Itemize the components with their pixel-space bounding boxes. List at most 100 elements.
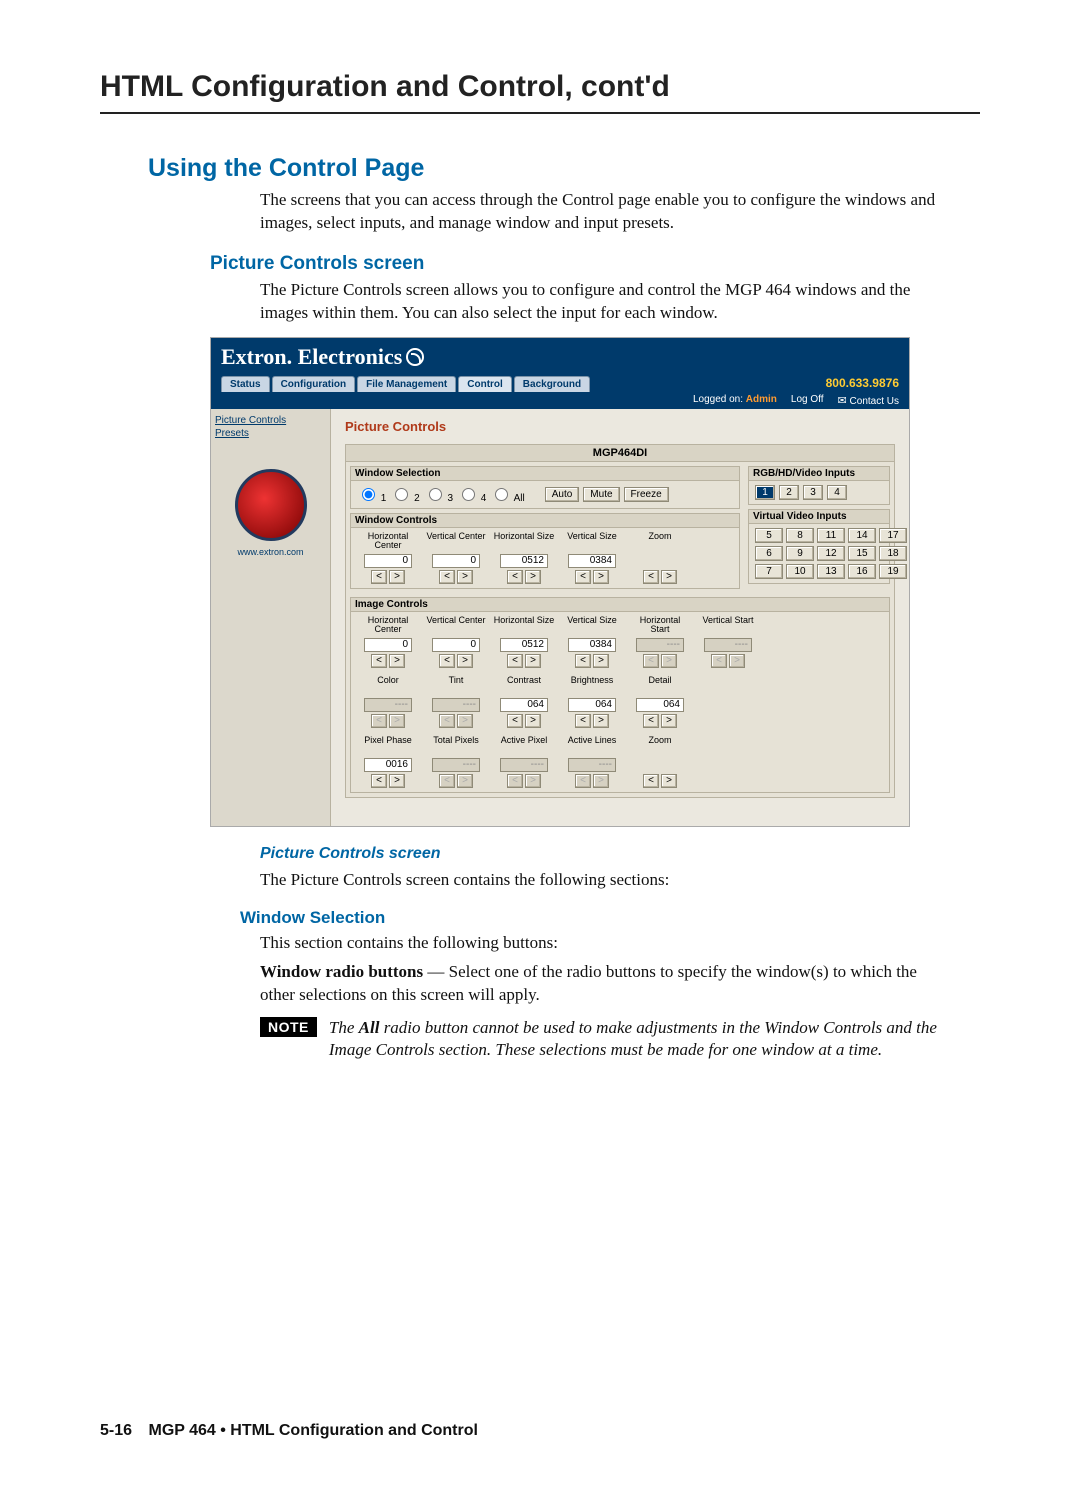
tab-configuration[interactable]: Configuration <box>272 376 356 392</box>
control-zoom: Zoom<> <box>629 532 691 584</box>
value-field[interactable]: 0384 <box>568 638 616 652</box>
value-field[interactable]: 064 <box>636 698 684 712</box>
window-selection-paragraph: This section contains the following butt… <box>260 932 940 955</box>
page-number: 5-16 <box>100 1422 132 1439</box>
decrement-button[interactable]: < <box>643 570 659 584</box>
window-radio-all[interactable]: All <box>490 485 524 504</box>
window-radio-3[interactable]: 3 <box>424 485 453 504</box>
value-field[interactable]: 0 <box>432 638 480 652</box>
auto-button[interactable]: Auto <box>545 487 580 502</box>
window-radio-definition: Window radio buttons — Select one of the… <box>260 961 940 1007</box>
increment-button: > <box>729 654 745 668</box>
increment-button[interactable]: > <box>661 570 677 584</box>
virtual-input-17[interactable]: 17 <box>879 528 907 543</box>
window-radio-2[interactable]: 2 <box>390 485 419 504</box>
virtual-input-10[interactable]: 10 <box>786 564 814 579</box>
tab-control[interactable]: Control <box>458 376 512 392</box>
value-field[interactable]: 064 <box>568 698 616 712</box>
window-radio-1[interactable]: 1 <box>357 485 386 504</box>
increment-button[interactable]: > <box>593 570 609 584</box>
value-field[interactable]: 0 <box>364 554 412 568</box>
virtual-input-5[interactable]: 5 <box>755 528 783 543</box>
window-radio-4[interactable]: 4 <box>457 485 486 504</box>
value-field[interactable]: 0 <box>364 638 412 652</box>
value-field[interactable]: 0 <box>432 554 480 568</box>
virtual-input-7[interactable]: 7 <box>755 564 783 579</box>
decrement-button[interactable]: < <box>575 714 591 728</box>
decrement-button[interactable]: < <box>643 714 659 728</box>
decrement-button[interactable]: < <box>507 570 523 584</box>
decrement-button[interactable]: < <box>575 654 591 668</box>
virtual-input-15[interactable]: 15 <box>848 546 876 561</box>
control-horizontal-start: Horizontal Start----<> <box>629 616 691 668</box>
decrement-button[interactable]: < <box>371 654 387 668</box>
virtual-input-18[interactable]: 18 <box>879 546 907 561</box>
virtual-input-9[interactable]: 9 <box>786 546 814 561</box>
increment-button[interactable]: > <box>389 654 405 668</box>
virtual-input-12[interactable]: 12 <box>817 546 845 561</box>
increment-button: > <box>457 714 473 728</box>
decrement-button: < <box>643 654 659 668</box>
virtual-inputs-fieldset: Virtual Video Inputs 5811141769121518710… <box>748 509 890 584</box>
rgb-input-4[interactable]: 4 <box>827 485 847 500</box>
virtual-input-8[interactable]: 8 <box>786 528 814 543</box>
decrement-button[interactable]: < <box>371 774 387 788</box>
decrement-button[interactable]: < <box>643 774 659 788</box>
contact-link[interactable]: Contact Us <box>850 396 899 407</box>
increment-button: > <box>525 774 541 788</box>
increment-button[interactable]: > <box>593 714 609 728</box>
image-controls-fieldset: Image Controls Horizontal Center0<>Verti… <box>350 597 890 793</box>
sidebar-picture-controls[interactable]: Picture Controls <box>215 415 326 426</box>
sidebar-logo-icon <box>235 469 307 541</box>
subsection-paragraph: The Picture Controls screen allows you t… <box>260 279 940 325</box>
tab-file-management[interactable]: File Management <box>357 376 456 392</box>
window-selection-heading: Window Selection <box>240 908 980 928</box>
decrement-button[interactable]: < <box>507 654 523 668</box>
decrement-button[interactable]: < <box>371 570 387 584</box>
decrement-button[interactable]: < <box>439 570 455 584</box>
increment-button[interactable]: > <box>525 570 541 584</box>
tab-background[interactable]: Background <box>514 376 590 392</box>
increment-button[interactable]: > <box>389 774 405 788</box>
increment-button[interactable]: > <box>661 774 677 788</box>
mute-button[interactable]: Mute <box>583 487 619 502</box>
logoff-link[interactable]: Log Off <box>791 394 824 407</box>
decrement-button[interactable]: < <box>575 570 591 584</box>
increment-button: > <box>389 714 405 728</box>
increment-button[interactable]: > <box>525 654 541 668</box>
increment-button: > <box>593 774 609 788</box>
rgb-input-1[interactable]: 1 <box>755 485 775 500</box>
virtual-input-19[interactable]: 19 <box>879 564 907 579</box>
virtual-input-11[interactable]: 11 <box>817 528 845 543</box>
increment-button[interactable]: > <box>661 714 677 728</box>
freeze-button[interactable]: Freeze <box>624 487 669 502</box>
decrement-button[interactable]: < <box>439 654 455 668</box>
increment-button[interactable]: > <box>457 570 473 584</box>
value-field[interactable]: 064 <box>500 698 548 712</box>
content-title: Picture Controls <box>345 419 895 434</box>
value-field[interactable]: 0512 <box>500 638 548 652</box>
rgb-input-2[interactable]: 2 <box>779 485 799 500</box>
decrement-button[interactable]: < <box>507 714 523 728</box>
sidebar-presets[interactable]: Presets <box>215 428 326 439</box>
value-field[interactable]: 0016 <box>364 758 412 772</box>
increment-button[interactable]: > <box>593 654 609 668</box>
virtual-input-6[interactable]: 6 <box>755 546 783 561</box>
value-field[interactable]: 0384 <box>568 554 616 568</box>
control-horizontal-size: Horizontal Size0512<> <box>493 616 555 668</box>
rgb-inputs-fieldset: RGB/HD/Video Inputs 1234 <box>748 466 890 505</box>
virtual-input-14[interactable]: 14 <box>848 528 876 543</box>
control-horizontal-size: Horizontal Size0512<> <box>493 532 555 584</box>
value-field: ---- <box>568 758 616 772</box>
increment-button[interactable]: > <box>525 714 541 728</box>
virtual-input-16[interactable]: 16 <box>848 564 876 579</box>
brand-title: Extron. Electronics <box>221 344 899 370</box>
rgb-input-3[interactable]: 3 <box>803 485 823 500</box>
mail-icon: ✉ <box>838 395 847 407</box>
increment-button[interactable]: > <box>457 654 473 668</box>
increment-button[interactable]: > <box>389 570 405 584</box>
value-field[interactable]: 0512 <box>500 554 548 568</box>
virtual-input-13[interactable]: 13 <box>817 564 845 579</box>
section-paragraph: The screens that you can access through … <box>260 189 940 235</box>
tab-status[interactable]: Status <box>221 376 270 392</box>
